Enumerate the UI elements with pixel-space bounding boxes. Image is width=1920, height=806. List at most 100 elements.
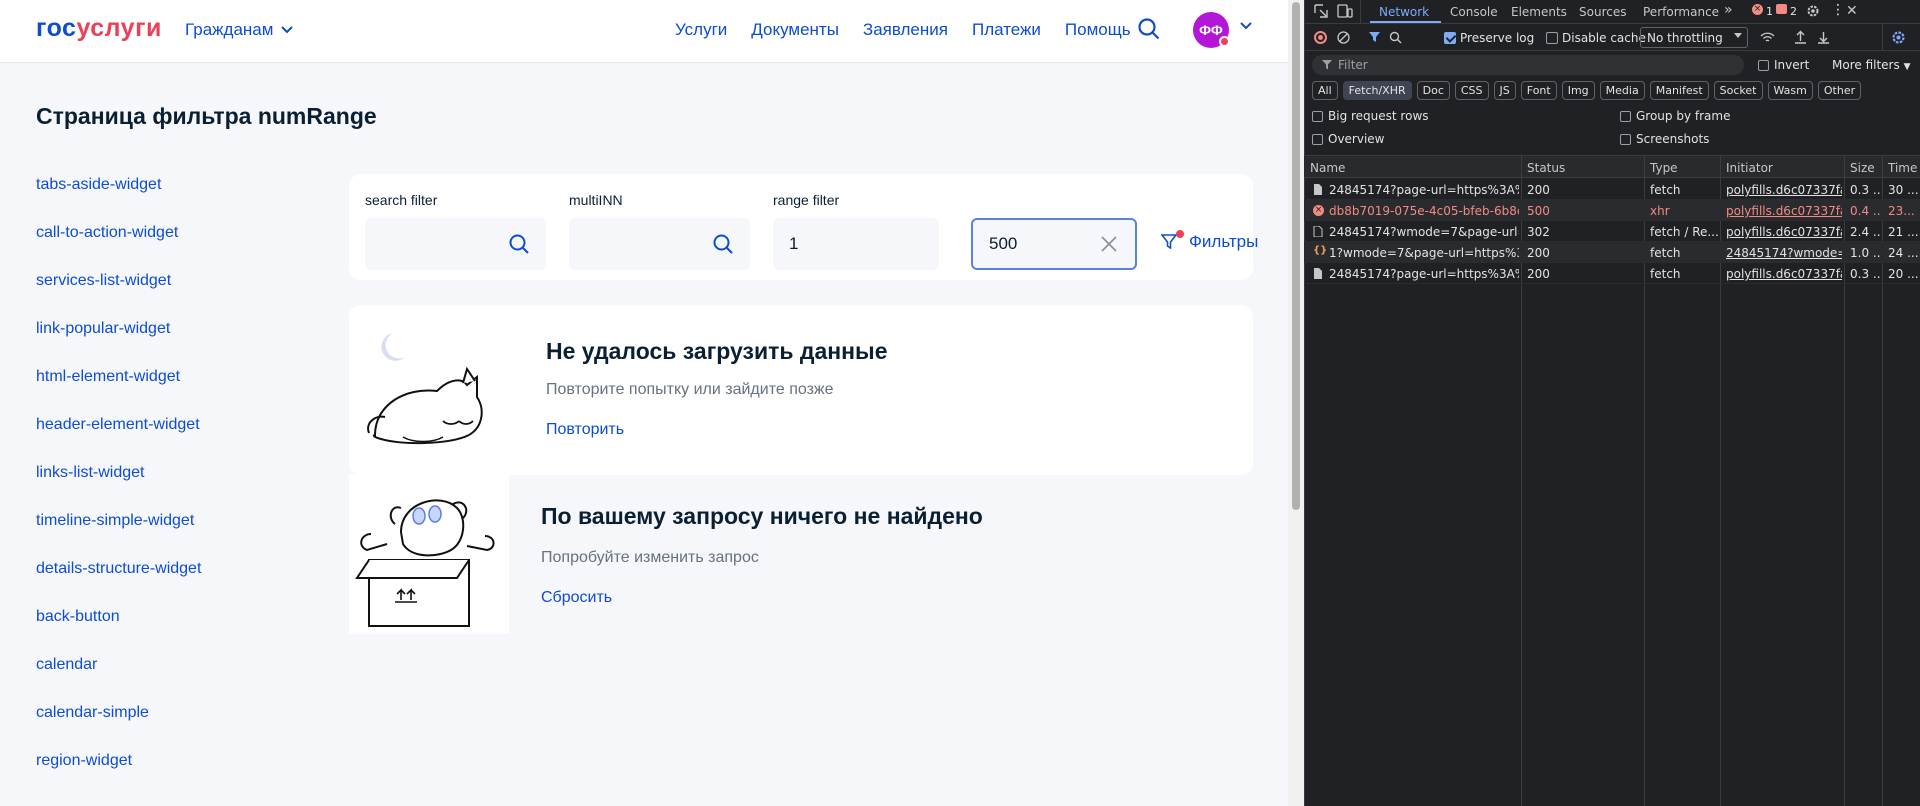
chip-wasm[interactable]: Wasm <box>1767 81 1813 100</box>
clear-icon[interactable] <box>1337 31 1350 44</box>
sidebar-item[interactable]: calendar-simple <box>36 703 201 751</box>
initiator-link[interactable]: 24845174?wmode=78 <box>1726 246 1842 260</box>
chip-other[interactable]: Other <box>1817 81 1862 100</box>
chip-manifest[interactable]: Manifest <box>1649 81 1709 100</box>
nav-services[interactable]: Услуги <box>675 20 727 40</box>
chip-all[interactable]: All <box>1312 81 1338 100</box>
tab-network[interactable]: Network <box>1379 5 1429 19</box>
close-icon[interactable] <box>1099 234 1119 254</box>
sidebar-item[interactable]: link-popular-widget <box>36 319 201 367</box>
nav-applications[interactable]: Заявления <box>863 20 948 40</box>
initiator-link[interactable]: polyfills.d6c07337fa68 <box>1726 204 1842 218</box>
network-conditions-icon[interactable] <box>1760 31 1775 44</box>
sidebar-item[interactable]: html-element-widget <box>36 367 201 415</box>
overview-checkbox[interactable] <box>1312 134 1323 145</box>
retry-link[interactable]: Повторить <box>546 421 624 439</box>
nav-payments[interactable]: Платежи <box>972 20 1041 40</box>
nav-documents[interactable]: Документы <box>751 20 839 40</box>
record-icon[interactable] <box>1314 31 1327 44</box>
disable-cache-checkbox[interactable] <box>1546 32 1558 44</box>
initiator-link[interactable]: polyfills.d6c07337fa68 <box>1726 267 1842 281</box>
screenshots-checkbox[interactable] <box>1620 134 1631 145</box>
scrollbar-thumb[interactable] <box>1292 2 1300 510</box>
range-from-input[interactable]: 1 <box>773 218 939 270</box>
chip-fetch-xhr[interactable]: Fetch/XHR <box>1342 81 1412 100</box>
col-type[interactable]: Type <box>1650 161 1678 175</box>
sidebar-item[interactable]: header-element-widget <box>36 415 201 463</box>
chip-media[interactable]: Media <box>1599 81 1645 100</box>
gosuslugi-logo[interactable]: госуслуги <box>36 14 162 43</box>
preserve-log-checkbox[interactable] <box>1444 32 1456 44</box>
col-name[interactable]: Name <box>1310 161 1345 175</box>
multiinn-input[interactable] <box>569 218 750 270</box>
citizens-menu[interactable]: Гражданам <box>185 20 294 40</box>
invert-checkbox[interactable] <box>1758 60 1769 71</box>
page-scrollbar[interactable] <box>1288 0 1304 806</box>
sidebar-item[interactable]: calendar <box>36 655 201 703</box>
search-filter-label: search filter <box>365 192 438 208</box>
search-filter-input[interactable] <box>365 218 546 270</box>
empty-illustration-bg <box>349 474 509 634</box>
export-har-icon[interactable] <box>1817 30 1830 44</box>
chevron-down-icon <box>1734 33 1742 38</box>
device-toolbar-icon[interactable] <box>1337 4 1353 18</box>
sidebar-item[interactable]: back-button <box>36 607 201 655</box>
table-row[interactable]: 24845174?wmode=7&page-url=h... 302 fetch… <box>1304 221 1920 242</box>
initiator-link[interactable]: polyfills.d6c07337fa68 <box>1726 183 1842 197</box>
nav-help[interactable]: Помощь <box>1065 20 1131 40</box>
sidebar-item[interactable]: services-list-widget <box>36 271 201 319</box>
tab-console[interactable]: Console <box>1450 5 1498 19</box>
chip-font[interactable]: Font <box>1520 81 1557 100</box>
sidebar-item[interactable]: call-to-action-widget <box>36 223 201 271</box>
issue-count[interactable]: 2 <box>1790 5 1797 18</box>
range-to-input[interactable]: 500 <box>971 218 1137 270</box>
col-status[interactable]: Status <box>1527 161 1565 175</box>
search-icon[interactable] <box>712 233 734 255</box>
search-icon[interactable] <box>1389 31 1402 44</box>
search-icon[interactable] <box>1137 17 1161 41</box>
filters-button[interactable]: Фильтры <box>1161 230 1258 252</box>
more-filters-dropdown[interactable]: More filters ▼ <box>1832 58 1910 72</box>
table-row[interactable]: 24845174?page-url=https%3A%2... 200 fetc… <box>1304 263 1920 284</box>
table-row[interactable]: × db8b7019-075e-4c05-bfeb-6b8c0... 500 x… <box>1304 200 1920 221</box>
chip-doc[interactable]: Doc <box>1416 81 1450 100</box>
more-tabs-icon[interactable]: » <box>1724 2 1733 18</box>
tab-performance[interactable]: Performance <box>1643 5 1719 19</box>
big-rows-checkbox[interactable] <box>1312 111 1323 122</box>
tab-elements[interactable]: Elements <box>1511 5 1567 19</box>
col-initiator[interactable]: Initiator <box>1726 161 1773 175</box>
network-settings-gear-icon[interactable] <box>1891 30 1906 45</box>
chevron-down-icon[interactable] <box>1240 22 1252 30</box>
kebab-menu-icon[interactable]: ⋮ <box>1831 2 1845 18</box>
avatar[interactable]: ФФ <box>1193 12 1230 48</box>
import-har-icon[interactable] <box>1794 30 1807 44</box>
main-nav: Услуги Документы Заявления Платежи Помощ… <box>675 20 1131 40</box>
group-by-frame-checkbox[interactable] <box>1620 111 1631 122</box>
col-size[interactable]: Size <box>1850 161 1875 175</box>
sidebar-item[interactable]: region-widget <box>36 751 201 799</box>
filter-icon[interactable] <box>1368 31 1381 44</box>
search-icon[interactable] <box>508 233 530 255</box>
throttling-select[interactable]: No throttling <box>1640 27 1748 48</box>
sidebar-item[interactable]: tabs-aside-widget <box>36 175 201 223</box>
filter-input[interactable]: Filter <box>1312 55 1744 75</box>
reset-link[interactable]: Сбросить <box>541 589 612 607</box>
chip-js[interactable]: JS <box>1493 81 1516 100</box>
initiator-link[interactable]: polyfills.d6c07337fa68 <box>1726 225 1842 239</box>
error-count[interactable]: 1 <box>1766 5 1773 18</box>
tab-sources[interactable]: Sources <box>1579 5 1626 19</box>
inspect-element-icon[interactable] <box>1314 4 1328 18</box>
col-time[interactable]: Time <box>1888 161 1917 175</box>
table-row[interactable]: {} 1?wmode=7&page-url=https%3A... 200 fe… <box>1304 242 1920 263</box>
sidebar-item[interactable]: links-list-widget <box>36 463 201 511</box>
gear-icon[interactable] <box>1806 4 1820 18</box>
resource-type-filters: All Fetch/XHR Doc CSS JS Font Img Media … <box>1312 81 1862 100</box>
document-icon <box>1314 184 1322 195</box>
sidebar-item[interactable]: timeline-simple-widget <box>36 511 201 559</box>
chip-css[interactable]: CSS <box>1454 81 1489 100</box>
sidebar-item[interactable]: details-structure-widget <box>36 559 201 607</box>
table-row[interactable]: 24845174?page-url=https%3A%2... 200 fetc… <box>1304 179 1920 200</box>
close-icon[interactable]: ✕ <box>1846 3 1858 19</box>
chip-socket[interactable]: Socket <box>1713 81 1763 100</box>
chip-img[interactable]: Img <box>1561 81 1595 100</box>
